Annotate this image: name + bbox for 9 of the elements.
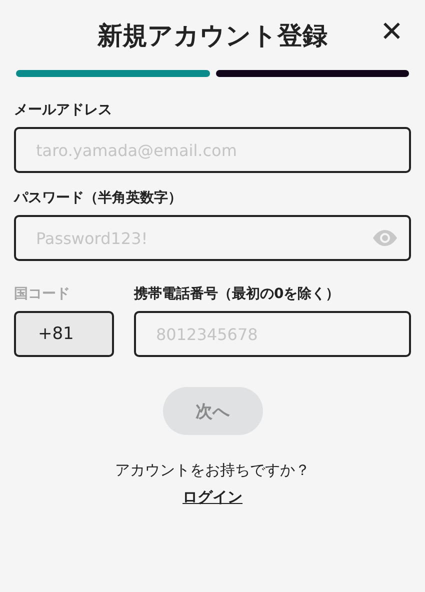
page-title: 新規アカウント登録 (98, 20, 328, 52)
field-label: パスワード（半角英数字） (14, 189, 183, 207)
eye-icon[interactable] (373, 230, 397, 246)
login-prompt: アカウントをお持ちですか？ (114, 461, 311, 480)
close-button[interactable]: ✕ (376, 18, 407, 46)
field-label: 携帯電話番号（最初の0を除く） (134, 285, 341, 303)
login-link[interactable]: ログイン (182, 488, 242, 507)
field-label: メールアドレス (14, 101, 113, 119)
field-label: 国コード (14, 285, 71, 303)
